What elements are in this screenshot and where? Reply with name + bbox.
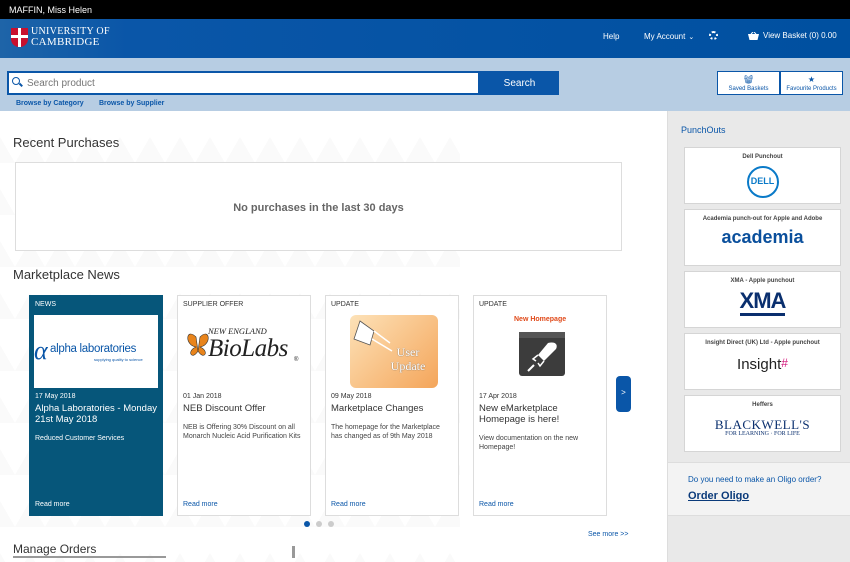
read-more-link[interactable]: Read more	[35, 501, 70, 508]
card-title: New eMarketplace Homepage is here!	[479, 403, 560, 425]
punchout-label: Academia punch-out for Apple and Adobe	[702, 216, 823, 222]
favourite-products-label: Favourite Products	[786, 86, 837, 92]
punchout-xma[interactable]: XMA - Apple punchout XMA	[684, 271, 841, 328]
header: UNIVERSITY OF CAMBRIDGE Help My Account ⌄…	[0, 19, 850, 58]
card-date: 01 Jan 2018	[183, 393, 222, 400]
gear-icon[interactable]	[709, 31, 718, 40]
card-title: Marketplace Changes	[331, 403, 424, 414]
recent-purchases-title: Recent Purchases	[13, 135, 120, 150]
new-homepage-image: New Homepage	[478, 315, 602, 388]
alpha-logo-text: alpha laboratories	[50, 343, 137, 355]
card-tag: UPDATE	[479, 301, 507, 308]
xma-logo-text: XMA	[739, 289, 786, 316]
carousel-dot[interactable]	[304, 521, 310, 527]
alpha-laboratories-logo: α alpha laboratories supplying quality t…	[34, 315, 158, 388]
browse-by-category-link[interactable]: Browse by Category	[16, 100, 84, 107]
card-description: Reduced Customer Services	[35, 435, 125, 442]
neb-logo-registered: ®	[294, 357, 299, 363]
search-button[interactable]: Search	[480, 71, 559, 95]
read-more-link[interactable]: Read more	[479, 501, 514, 508]
news-card[interactable]: UPDATE User Update 09 May 2018 Marketpla…	[325, 295, 459, 516]
punchout-label: XMA - Apple punchout	[730, 278, 795, 284]
rocket-icon	[519, 332, 565, 376]
punchout-label: Dell Punchout	[742, 154, 783, 160]
my-account-menu[interactable]: My Account ⌄	[644, 32, 694, 41]
read-more-link[interactable]: Read more	[183, 501, 218, 508]
search-input[interactable]	[7, 71, 480, 95]
news-card[interactable]: SUPPLIER OFFER NEW ENGLAND BioLabs ® 01 …	[177, 295, 311, 516]
search-icon	[12, 77, 20, 85]
user-update-text: User Update	[390, 345, 426, 373]
basket-icon: 🧺︎	[743, 75, 754, 84]
view-basket-button[interactable]: View Basket (0) 0.00	[748, 31, 837, 40]
card-date: 17 Apr 2018	[479, 393, 517, 400]
insight-logo: Insight#	[685, 356, 840, 374]
punchout-label: Insight Direct (UK) Ltd - Apple punchout	[705, 340, 820, 346]
no-purchases-message: No purchases in the last 30 days	[233, 202, 404, 214]
carousel-dot[interactable]	[328, 521, 334, 527]
card-date: 09 May 2018	[331, 393, 372, 400]
saved-baskets-button[interactable]: 🧺︎ Saved Baskets	[717, 71, 780, 95]
university-logo[interactable]: UNIVERSITY OF CAMBRIDGE	[11, 27, 110, 48]
marketplace-news-title: Marketplace News	[13, 267, 120, 282]
punchout-academia[interactable]: Academia punch-out for Apple and Adobe a…	[684, 209, 841, 266]
punchout-insight[interactable]: Insight Direct (UK) Ltd - Apple punchout…	[684, 333, 841, 390]
chevron-down-icon: ⌄	[688, 34, 695, 41]
card-tag: SUPPLIER OFFER	[183, 301, 244, 308]
browse-by-supplier-link[interactable]: Browse by Supplier	[99, 100, 164, 107]
academia-logo-text: academia	[721, 227, 804, 247]
news-card[interactable]: UPDATE New Homepage 17 Apr 2018 New eMar…	[473, 295, 607, 516]
logo-line2: CAMBRIDGE	[31, 36, 100, 48]
basket-label: View Basket (0) 0.00	[763, 31, 837, 40]
oligo-question: Do you need to make an Oligo order?	[688, 475, 822, 484]
user-bar: MAFFIN, Miss Helen	[0, 0, 850, 19]
divider	[292, 546, 295, 558]
carousel-dot[interactable]	[316, 521, 322, 527]
saved-baskets-label: Saved Baskets	[728, 86, 769, 92]
order-oligo-link[interactable]: Order Oligo	[688, 490, 749, 502]
svg-text:α: α	[34, 336, 49, 365]
neb-biolabs-logo: NEW ENGLAND BioLabs ®	[182, 315, 306, 388]
insight-logo-text: Insight	[737, 356, 782, 373]
my-account-label: My Account	[644, 32, 686, 41]
oligo-panel: Do you need to make an Oligo order? Orde…	[668, 462, 850, 516]
star-icon: ★	[807, 75, 816, 84]
search-band: Search Browse by Category Browse by Supp…	[0, 58, 850, 111]
punchouts-title: PunchOuts	[681, 125, 726, 135]
favourite-products-button[interactable]: ★ Favourite Products	[780, 71, 843, 95]
card-date: 17 May 2018	[35, 393, 76, 400]
punchouts-sidebar: PunchOuts Dell Punchout DELL Academia pu…	[667, 111, 850, 562]
blackwells-logo-subtext: FOR LEARNING · FOR LIFE	[725, 431, 800, 437]
read-more-link[interactable]: Read more	[331, 501, 366, 508]
dell-logo: DELL	[685, 166, 840, 198]
basket-icon	[748, 31, 759, 40]
carousel-next-button[interactable]: >	[616, 376, 631, 412]
xma-logo: XMA	[685, 289, 840, 316]
card-description: The homepage for the Marketplace has cha…	[331, 424, 440, 440]
user-update-image: User Update	[330, 315, 454, 388]
news-card[interactable]: NEWS α alpha laboratories supplying qual…	[29, 295, 163, 516]
blackwells-logo: BLACKWELL'S FOR LEARNING · FOR LIFE	[685, 418, 840, 437]
alpha-logo-subtext: supplying quality to science	[94, 357, 143, 362]
blackwells-logo-text: BLACKWELL'S	[714, 417, 811, 432]
punchout-dell[interactable]: Dell Punchout DELL	[684, 147, 841, 204]
no-purchases-panel: No purchases in the last 30 days	[15, 162, 622, 251]
crest-icon	[11, 27, 28, 47]
manage-orders-title: Manage Orders	[13, 542, 167, 558]
user-name: MAFFIN, Miss Helen	[9, 5, 93, 15]
card-title: NEB Discount Offer	[183, 403, 266, 414]
punchout-heffers[interactable]: Heffers BLACKWELL'S FOR LEARNING · FOR L…	[684, 395, 841, 452]
card-tag: UPDATE	[331, 301, 359, 308]
card-tag: NEWS	[35, 301, 56, 308]
insight-hash-icon: #	[781, 356, 788, 370]
academia-logo: academia	[685, 227, 840, 248]
card-description: NEB is Offering 30% Discount on all Mona…	[183, 424, 301, 440]
see-more-link[interactable]: See more >>	[588, 531, 628, 538]
punchout-label: Heffers	[752, 402, 773, 408]
dell-logo-text: DELL	[746, 166, 779, 198]
card-title: Alpha Laboratories - Monday 21st May 201…	[35, 403, 157, 425]
help-link[interactable]: Help	[603, 32, 619, 41]
neb-logo-text: BioLabs	[208, 335, 288, 362]
card-description: View documentation on the new Homepage!	[479, 435, 579, 451]
